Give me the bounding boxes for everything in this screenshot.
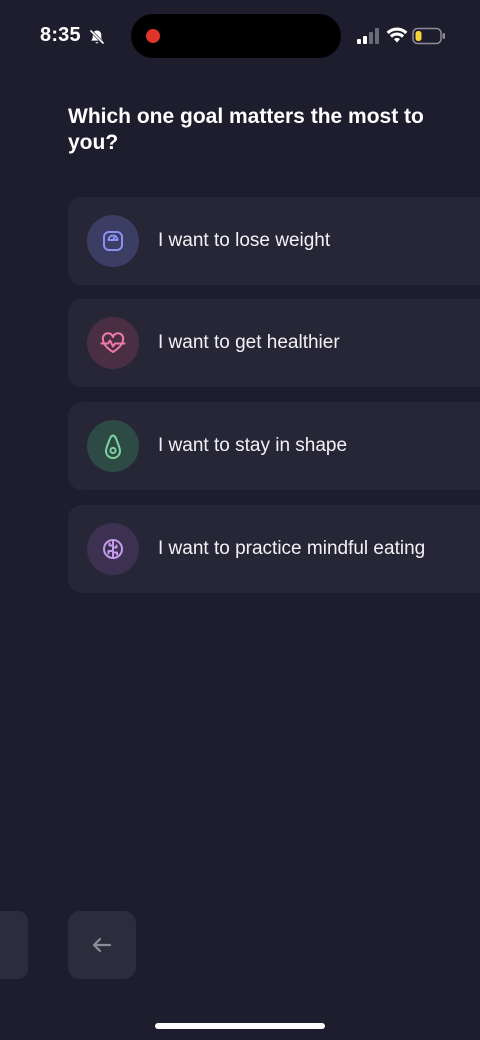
dynamic-island [131,14,341,58]
recording-dot-icon [146,29,160,43]
option-label: I want to lose weight [158,230,331,251]
option-label: I want to get healthier [158,332,340,353]
bell-slash-icon [89,29,105,45]
option-stay-in-shape[interactable]: I want to stay in shape [68,402,480,490]
heart-pulse-icon [87,317,139,369]
option-lose-weight[interactable]: I want to lose weight [68,197,480,285]
back-button[interactable] [68,911,136,979]
option-get-healthier[interactable]: I want to get healthier [68,299,480,387]
option-mindful-eating[interactable]: I want to practice mindful eating [68,505,480,593]
home-indicator[interactable] [155,1023,325,1029]
option-label: I want to practice mindful eating [158,538,426,559]
next-button-partial[interactable] [0,911,28,979]
cellular-signal-icon [357,28,379,44]
brain-icon [87,523,139,575]
avocado-icon [87,420,139,472]
question-title: Which one goal matters the most to you? [68,105,424,154]
battery-icon [412,27,445,45]
status-time: 8:35 [40,24,81,46]
option-label: I want to stay in shape [158,435,348,456]
arrow-left-icon [92,937,112,953]
wifi-icon [386,27,408,43]
scale-icon [87,215,139,267]
status-bar: 8:35 [0,0,480,72]
